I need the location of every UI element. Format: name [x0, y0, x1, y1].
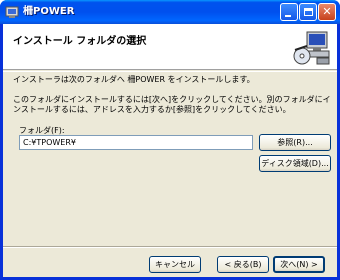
close-button[interactable]: ✕: [318, 3, 336, 21]
window-title: 柵POWER: [23, 6, 75, 17]
disk-space-button[interactable]: ディスク領域(D)...: [259, 155, 331, 172]
footer-divider-highlight: [3, 247, 337, 248]
cancel-button[interactable]: キャンセル: [149, 256, 201, 273]
back-button[interactable]: < 戻る(B): [217, 256, 269, 273]
browse-button[interactable]: 参照(R)...: [259, 134, 331, 151]
instruction-text: このフォルダにインストールするには[次へ]をクリックしてください。別のフォルダに…: [13, 95, 331, 114]
folder-path-input[interactable]: [19, 135, 253, 150]
computer-install-icon: [293, 31, 330, 65]
install-target-text: インストーラは次のフォルダへ 柵POWER をインストールします。: [13, 75, 255, 84]
title-bar[interactable]: 柵POWER ✕: [0, 0, 340, 24]
maximize-icon: [304, 8, 313, 16]
close-icon: ✕: [322, 5, 332, 18]
minimize-button[interactable]: [280, 3, 298, 21]
header-divider: [3, 71, 337, 72]
wizard-header: インストール フォルダの選択: [3, 24, 337, 70]
app-icon: [5, 6, 19, 18]
page-title: インストール フォルダの選択: [13, 36, 147, 47]
maximize-button[interactable]: [299, 3, 317, 21]
next-button[interactable]: 次へ(N) >: [273, 256, 325, 273]
installer-window: 柵POWER ✕ インストール フォルダの選択 インストーラは次のフォルダへ 柵…: [0, 0, 340, 280]
minimize-icon: [285, 15, 291, 17]
